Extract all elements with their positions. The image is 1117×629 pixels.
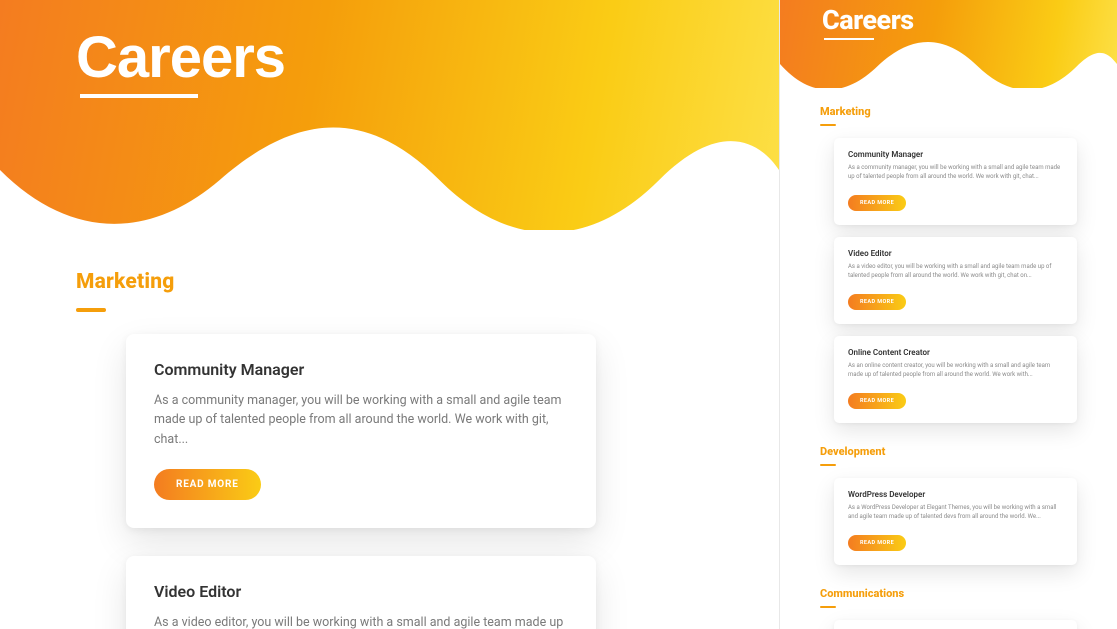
section-rule: [76, 308, 106, 312]
job-title: WordPress Developer: [848, 490, 1063, 499]
read-more-button[interactable]: READ MORE: [848, 195, 906, 211]
job-title: Online Content Creator: [848, 348, 1063, 357]
read-more-button[interactable]: READ MORE: [848, 393, 906, 409]
job-desc: As an online content creator, you will b…: [848, 361, 1063, 379]
page-title: Careers: [76, 24, 285, 91]
section-title: Communications: [820, 587, 1077, 600]
section-communications: Communications Communications Manager As…: [820, 587, 1077, 629]
job-desc: As a community manager, you will be work…: [154, 391, 568, 449]
job-title: Community Manager: [154, 360, 568, 379]
job-desc: As a video editor, you will be working w…: [154, 613, 568, 629]
read-more-button[interactable]: READ MORE: [848, 535, 906, 551]
section-title: Marketing: [820, 105, 1077, 118]
hero-wave-icon: [780, 36, 1117, 102]
job-card: Community Manager As a community manager…: [834, 138, 1077, 225]
page-title: Careers: [822, 4, 914, 36]
section-rule: [820, 606, 836, 608]
job-card: WordPress Developer As a WordPress Devel…: [834, 478, 1077, 565]
desktop-preview: Careers Marketing Community Manager As a…: [0, 0, 779, 629]
job-title: Video Editor: [848, 249, 1063, 258]
section-marketing: Marketing Community Manager As a communi…: [820, 105, 1077, 423]
section-title: Development: [820, 445, 1077, 458]
mobile-preview: Careers Marketing Community Manager As a…: [779, 0, 1117, 629]
section-development: Development WordPress Developer As a Wor…: [820, 445, 1077, 565]
job-card: Communications Manager As a communicatio…: [834, 620, 1077, 629]
job-title: Video Editor: [154, 582, 568, 601]
left-content: Marketing Community Manager As a communi…: [76, 270, 669, 629]
job-desc: As a video editor, you will be working w…: [848, 262, 1063, 280]
title-underline: [824, 38, 874, 40]
job-card: Video Editor As a video editor, you will…: [834, 237, 1077, 324]
read-more-button[interactable]: READ MORE: [848, 294, 906, 310]
section-title-marketing: Marketing: [76, 270, 669, 294]
right-content: Marketing Community Manager As a communi…: [820, 105, 1077, 629]
job-card: Online Content Creator As an online cont…: [834, 336, 1077, 423]
job-card: Video Editor As a video editor, you will…: [126, 556, 596, 629]
job-title: Community Manager: [848, 150, 1063, 159]
job-desc: As a WordPress Developer at Elegant Them…: [848, 503, 1063, 521]
job-desc: As a community manager, you will be work…: [848, 163, 1063, 181]
job-card: Community Manager As a community manager…: [126, 334, 596, 528]
section-rule: [820, 124, 836, 126]
read-more-button[interactable]: READ MORE: [154, 469, 261, 500]
title-underline: [80, 94, 198, 98]
section-rule: [820, 464, 836, 466]
